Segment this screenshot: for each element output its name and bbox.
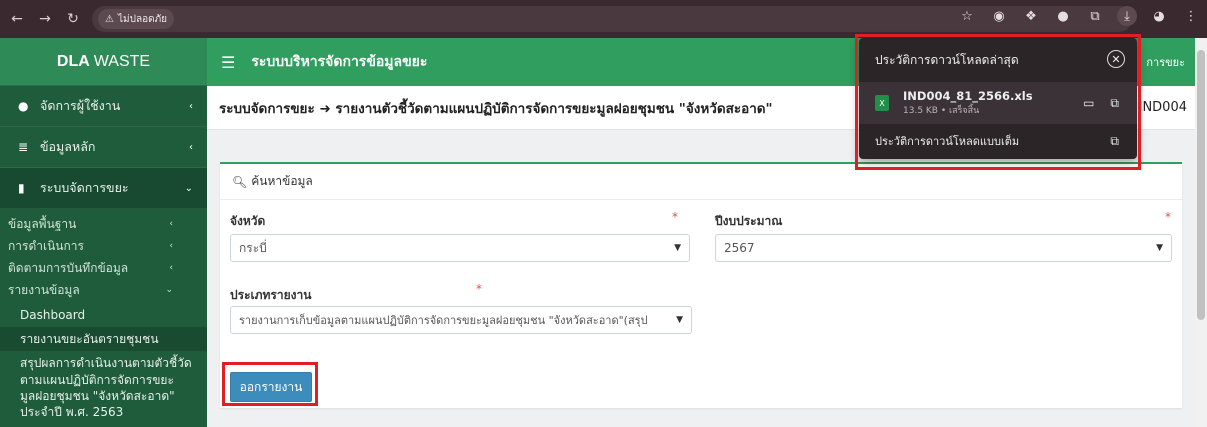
sidebar-sub-tracking[interactable]: ติดตามการบันทึกข้อมูล ‹ xyxy=(0,257,207,279)
sidebar-item-label: ข้อมูลหลัก xyxy=(40,139,96,154)
report-type-value: รายงานการเก็บข้อมูลตามแผนปฏิบัติการจัดกา… xyxy=(239,314,648,327)
star-icon[interactable]: ☆ xyxy=(957,6,977,26)
chevron-down-icon: ⌄ xyxy=(165,285,173,295)
required-mark: * xyxy=(476,282,482,296)
download-icon[interactable]: ⤓ xyxy=(1117,6,1137,26)
forward-icon[interactable]: → xyxy=(34,8,56,30)
header-title: ระบบบริหารจัดการข้อมูลขยะ xyxy=(251,54,428,70)
search-icon: 🔍︎ xyxy=(232,174,248,189)
sidebar-report-hazardous[interactable]: รายงานขยะอันตรายชุมชน xyxy=(0,327,207,352)
province-value: กระบี่ xyxy=(239,240,267,255)
chevron-left-icon: ‹ xyxy=(189,141,193,153)
puzzle-icon[interactable]: ⧉ xyxy=(1085,6,1105,26)
brand-logo[interactable]: DLA WASTE xyxy=(0,38,207,86)
required-mark: * xyxy=(672,210,678,224)
year-label: ปีงบประมาณ xyxy=(715,214,783,228)
extension-icon[interactable]: ● xyxy=(1053,6,1073,26)
sidebar-report-dashboard[interactable]: Dashboard xyxy=(0,301,207,327)
sidebar-item-master-data[interactable]: ≣ ข้อมูลหลัก ‹ xyxy=(0,127,207,168)
header-right-text: การขยะ xyxy=(1146,56,1185,69)
page-title: ระบบจัดการขยะ ➜ รายงานตัวชี้วัดตามแผนปฏิ… xyxy=(219,100,773,117)
chevron-down-icon: ⌄ xyxy=(184,182,193,194)
brand-rest: WASTE xyxy=(93,52,151,70)
sidebar-sub-reports[interactable]: รายงานข้อมูล ⌄ xyxy=(0,279,207,301)
report-type-label: ประเภทรายงาน xyxy=(230,288,312,302)
card-heading-label: ค้นหาข้อมูล xyxy=(251,174,313,188)
brand-bold: DLA xyxy=(56,52,90,70)
chevron-left-icon: ‹ xyxy=(169,219,173,229)
back-icon[interactable]: ← xyxy=(6,8,28,30)
sidebar-sub-basic-data[interactable]: ข้อมูลพื้นฐาน ‹ xyxy=(0,213,207,235)
sidebar-sub-label: การดำเนินการ xyxy=(8,238,84,253)
highlight-export-button xyxy=(222,362,318,406)
sidebar-sub-label: ติดตามการบันทึกข้อมูล xyxy=(8,260,129,275)
chevron-left-icon: ‹ xyxy=(189,100,193,112)
more-icon[interactable]: ⋮ xyxy=(1181,6,1201,26)
report-type-select[interactable]: รายงานการเก็บข้อมูลตามแผนปฏิบัติการจัดกา… xyxy=(230,306,692,334)
camera-icon[interactable]: ◉ xyxy=(989,6,1009,26)
sidebar-item-label: ระบบจัดการขยะ xyxy=(40,180,129,195)
browser-toolbar: ← → ↻ ⚠ ไม่ปลอดภัย ☆ ◉ ❖ ● ⧉ ⤓ ◕ ⋮ xyxy=(0,0,1207,38)
required-mark: * xyxy=(1165,210,1171,224)
warning-icon: ⚠ xyxy=(105,13,114,25)
search-card: 🔍︎ ค้นหาข้อมูล จังหวัด * กระบี่ ▼ ปีงบปร… xyxy=(220,162,1182,408)
database-icon: ≣ xyxy=(18,140,29,154)
sidebar-sub-label: ข้อมูลพื้นฐาน xyxy=(8,216,77,231)
sidebar-item-users[interactable]: ● จัดการผู้ใช้งาน ‹ xyxy=(0,86,207,127)
chevron-left-icon: ‹ xyxy=(169,241,173,251)
sidebar: DLA WASTE ● จัดการผู้ใช้งาน ‹ ≣ ข้อมูลหล… xyxy=(0,38,207,427)
chevron-down-icon: ▼ xyxy=(674,243,681,253)
hamburger-icon[interactable]: ☰ xyxy=(221,53,235,72)
province-label: จังหวัด xyxy=(230,214,266,228)
reload-icon[interactable]: ↻ xyxy=(62,8,84,30)
sidebar-sub-label: รายงานข้อมูล xyxy=(8,282,80,297)
extension-icon[interactable]: ❖ xyxy=(1021,6,1041,26)
page-scrollbar[interactable] xyxy=(1195,38,1207,427)
sidebar-sub-operations[interactable]: การดำเนินการ ‹ xyxy=(0,235,207,257)
user-icon: ● xyxy=(18,99,29,113)
scrollbar-thumb[interactable] xyxy=(1197,50,1205,320)
trash-icon: ▮ xyxy=(18,181,25,195)
chevron-down-icon: ▼ xyxy=(1156,243,1163,253)
security-label: ไม่ปลอดภัย xyxy=(117,13,168,25)
chevron-down-icon: ▼ xyxy=(676,315,683,325)
report-code: IND004 xyxy=(1138,100,1187,115)
year-select[interactable]: 2567 ▼ xyxy=(715,234,1172,262)
sidebar-item-label: จัดการผู้ใช้งาน xyxy=(40,98,121,113)
chevron-left-icon: ‹ xyxy=(169,263,173,273)
province-select[interactable]: กระบี่ ▼ xyxy=(230,234,690,262)
sidebar-report-summary[interactable]: สรุปผลการดำเนินงานตามตัวชี้วัดตามแผนปฏิบ… xyxy=(0,351,207,424)
sidebar-item-waste[interactable]: ▮ ระบบจัดการขยะ ⌄ xyxy=(0,168,207,209)
highlight-download-popup xyxy=(855,34,1141,170)
year-value: 2567 xyxy=(724,241,755,255)
profile-icon[interactable]: ◕ xyxy=(1149,6,1169,26)
security-chip[interactable]: ⚠ ไม่ปลอดภัย xyxy=(98,9,175,29)
